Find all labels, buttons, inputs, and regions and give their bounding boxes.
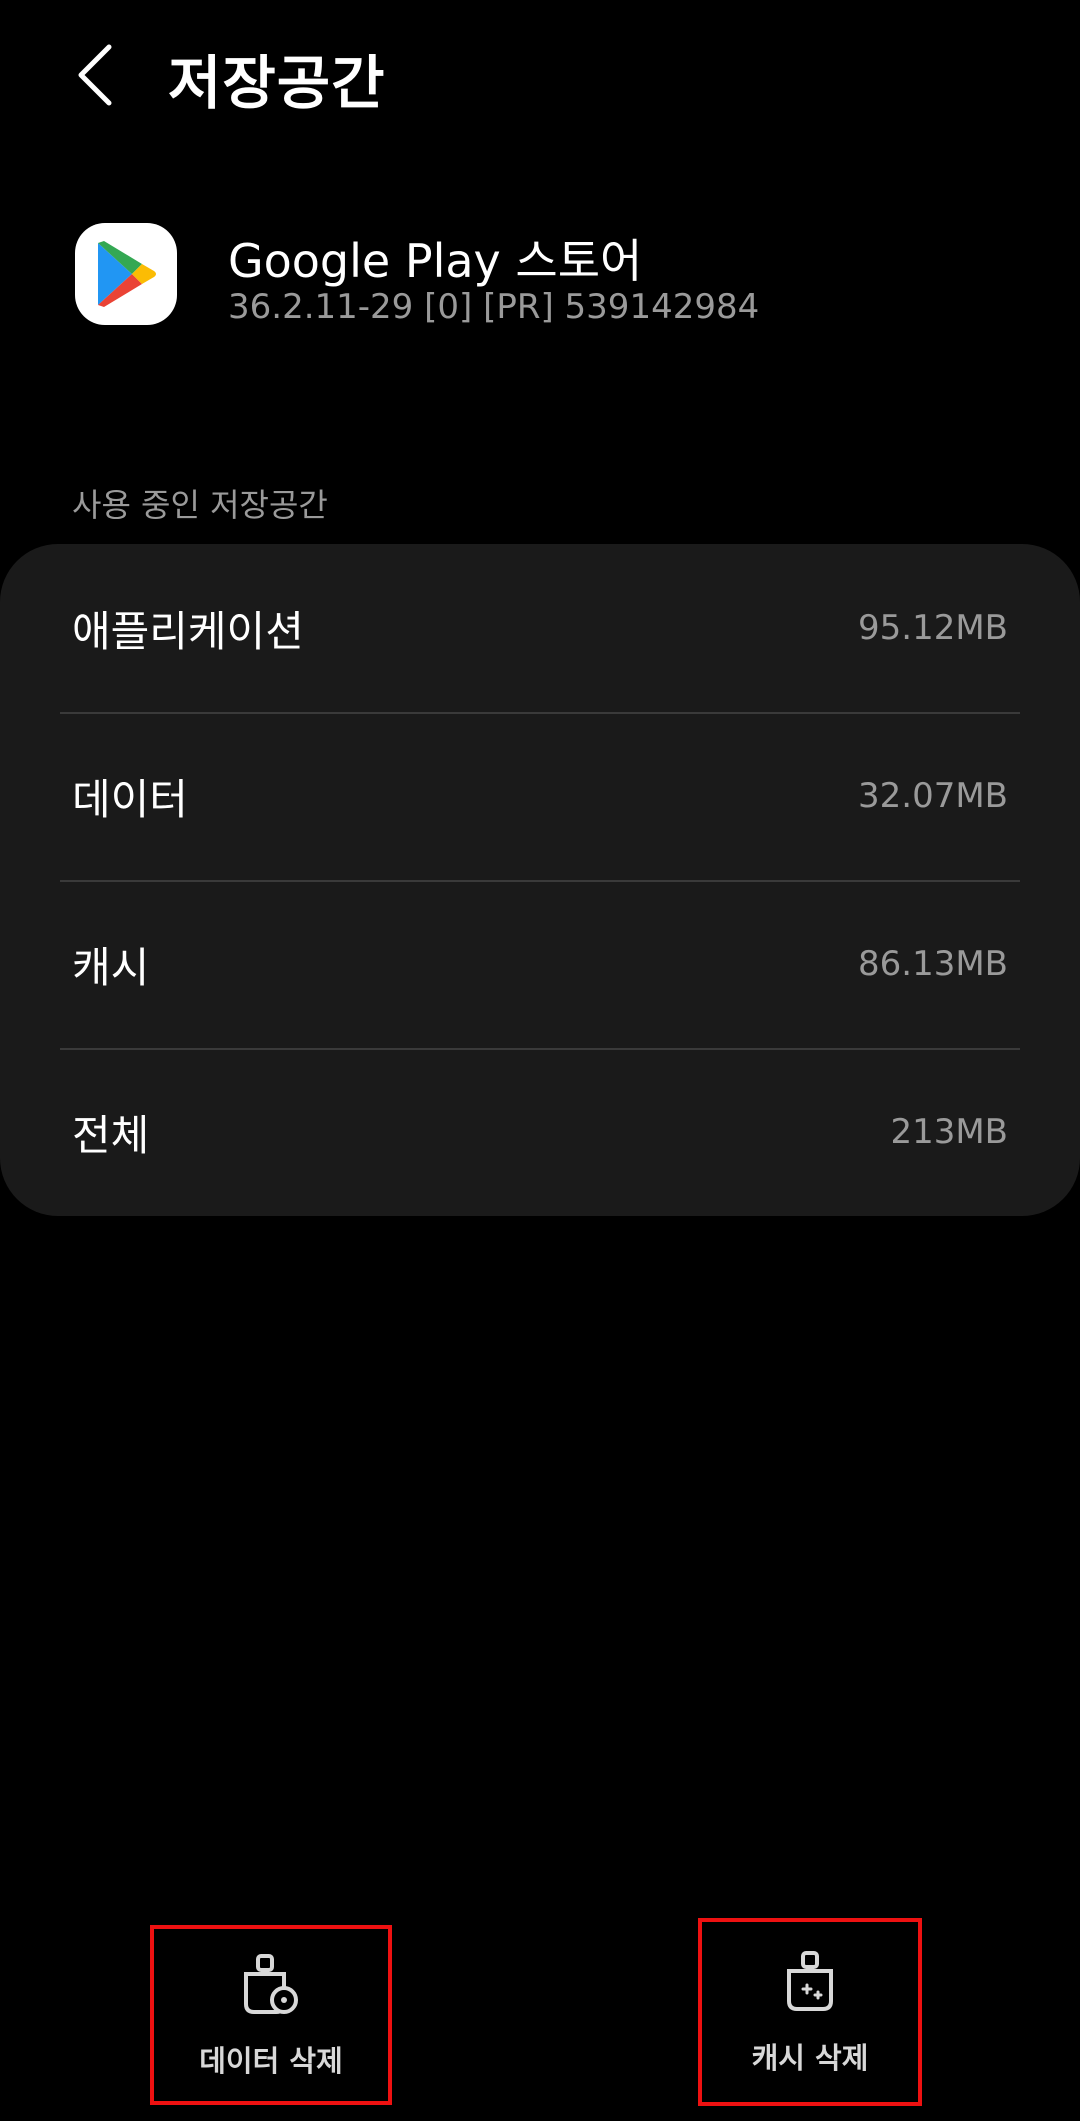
row-value: 95.12MB: [858, 608, 1008, 648]
storage-row-application: 애플리케이션 95.12MB: [60, 544, 1020, 712]
page-title: 저장공간: [168, 49, 386, 117]
section-label: 사용 중인 저장공간: [72, 486, 328, 524]
row-label: 데이터: [72, 774, 188, 824]
google-play-icon: [75, 223, 177, 325]
storage-row-total: 전체 213MB: [60, 1048, 1020, 1216]
clear-cache-label: 캐시 삭제: [751, 2041, 869, 2075]
brush-clear-cache-icon: [787, 1951, 833, 2011]
row-label: 전체: [72, 1110, 150, 1160]
storage-row-data: 데이터 32.07MB: [60, 712, 1020, 880]
row-value: 32.07MB: [858, 776, 1008, 816]
chevron-left-icon: [78, 44, 112, 106]
storage-row-cache: 캐시 86.13MB: [60, 880, 1020, 1048]
app-info: Google Play 스토어 36.2.11-29 [0] [PR] 5391…: [0, 215, 1080, 335]
clear-data-button[interactable]: 데이터 삭제: [150, 1925, 392, 2105]
row-label: 캐시: [72, 942, 150, 992]
row-value: 213MB: [890, 1112, 1008, 1152]
row-value: 86.13MB: [858, 944, 1008, 984]
header: 저장공간: [0, 0, 1080, 150]
clear-data-label: 데이터 삭제: [199, 2044, 343, 2078]
app-name: Google Play 스토어: [228, 234, 643, 288]
app-version: 36.2.11-29 [0] [PR] 539142984: [228, 287, 760, 327]
clear-cache-button[interactable]: 캐시 삭제: [698, 1918, 922, 2106]
brush-clear-data-icon: [244, 1954, 298, 2014]
back-button[interactable]: [60, 40, 130, 110]
storage-card: 애플리케이션 95.12MB 데이터 32.07MB 캐시 86.13MB 전체…: [0, 544, 1080, 1216]
row-label: 애플리케이션: [72, 606, 304, 656]
